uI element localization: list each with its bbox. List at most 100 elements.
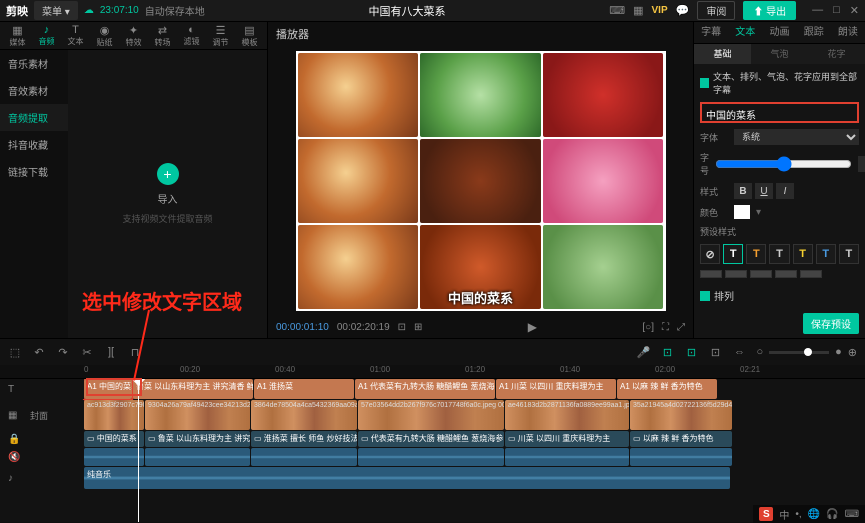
apply-all-checkbox[interactable]: [700, 78, 709, 88]
underline-button[interactable]: U: [755, 183, 773, 199]
tray-keyboard-icon[interactable]: ⌨: [845, 509, 859, 520]
playhead[interactable]: [138, 379, 139, 522]
export-button[interactable]: ⬆ 导出: [743, 1, 796, 20]
redo-button[interactable]: ↷: [56, 346, 70, 359]
zoom-in-icon[interactable]: ●: [835, 346, 842, 358]
preset-none[interactable]: ⊘: [700, 244, 720, 264]
timeline-clip[interactable]: A1 淮扬菜: [254, 379, 354, 399]
timeline-clip[interactable]: A1 代表菜有九转大肠 糖醋鲤鱼 葱烧海参: [355, 379, 495, 399]
timeline-clip[interactable]: A1 川菜 以四川 重庆料理为主: [496, 379, 616, 399]
color-picker[interactable]: [734, 205, 750, 219]
tab-media[interactable]: ▦媒体: [4, 24, 31, 48]
preset-2[interactable]: T: [746, 244, 766, 264]
nav-link[interactable]: 链接下载: [0, 158, 68, 185]
scale-icon[interactable]: ⛶: [662, 322, 669, 333]
timeline-clip[interactable]: [630, 448, 732, 466]
fullscreen-icon[interactable]: ⤢: [677, 322, 685, 333]
bold-button[interactable]: B: [734, 183, 752, 199]
tab-sticker[interactable]: ◉贴纸: [91, 24, 118, 48]
nav-douyin[interactable]: 抖音收藏: [0, 131, 68, 158]
track-toggle-2[interactable]: ⊡: [684, 346, 698, 359]
size-slider[interactable]: [715, 156, 852, 172]
timeline-clip[interactable]: ae46183d2b2871136fa0889ee99aa1.jpeg 00:0…: [505, 400, 629, 430]
timeline-clip[interactable]: ▭ 淮扬菜 擅长 师鱼 炒好技法: [251, 431, 357, 447]
timeline-clip[interactable]: 3864de78504a4ca5432369aa09a0dc7c.jpeg 00…: [251, 400, 357, 430]
timeline-ruler[interactable]: 0 00:20 00:40 01:00 01:20 01:40 02:00 02…: [0, 365, 865, 379]
preset-11[interactable]: [800, 270, 822, 278]
tab-text[interactable]: T文本: [62, 24, 89, 48]
lock-icon[interactable]: 🔒: [8, 434, 20, 445]
timeline-clip[interactable]: ac913d3f2907c790d.jpeg 00:00:05:15: [84, 400, 144, 430]
tray-headset-icon[interactable]: 🎧: [826, 509, 838, 520]
timeline-clip[interactable]: 57e03564dd2b267f976c7017748f6a0c.jpeg 00…: [358, 400, 504, 430]
preview-canvas[interactable]: 中国的菜系: [296, 51, 666, 311]
prev-frame-icon[interactable]: ⊡: [398, 322, 406, 333]
timeline-clip[interactable]: 鲁菜 以山东料理为主 讲究清香 鲜嫩 味醇: [133, 379, 253, 399]
music-track-icon[interactable]: ♪: [8, 473, 13, 484]
sogou-icon[interactable]: S: [759, 507, 773, 521]
preset-3[interactable]: T: [769, 244, 789, 264]
zoom-fit-icon[interactable]: ⊕: [848, 346, 857, 359]
mute-icon[interactable]: 🔇: [8, 452, 20, 463]
timeline-clip[interactable]: [145, 448, 250, 466]
marker-icon[interactable]: ⊞: [414, 322, 422, 333]
timeline-clip[interactable]: A1 中国的菜系: [84, 379, 132, 399]
save-preset-button[interactable]: 保存预设: [803, 313, 859, 334]
nav-music[interactable]: 音乐素材: [0, 50, 68, 77]
tab-template[interactable]: ▤模板: [236, 24, 263, 48]
shortcut-icon[interactable]: ⌨: [609, 4, 625, 17]
timeline-clip[interactable]: ▭ 代表菜有九转大肠 糖醋鲤鱼 葱烧海参: [358, 431, 504, 447]
timeline-clip[interactable]: A1 以麻 辣 鲜 香为特色: [617, 379, 717, 399]
cover-icon[interactable]: ▦: [8, 410, 17, 421]
arrange-checkbox[interactable]: [700, 291, 710, 301]
layout-icon[interactable]: ▦: [633, 4, 643, 17]
play-button[interactable]: ▶: [528, 320, 537, 334]
menu-dropdown[interactable]: 菜单 ▾: [34, 1, 78, 20]
font-select[interactable]: 系统: [734, 129, 859, 145]
nav-extract[interactable]: 音频提取: [0, 104, 68, 131]
undo-button[interactable]: ↶: [32, 346, 46, 359]
close-icon[interactable]: ✕: [850, 4, 859, 17]
ime-label[interactable]: 中: [779, 507, 789, 522]
preset-6[interactable]: T: [839, 244, 859, 264]
preset-9[interactable]: [750, 270, 772, 278]
preset-10[interactable]: [775, 270, 797, 278]
timeline-clip[interactable]: ▭ 鲁菜 以山东料理为主 讲究清香 鲜嫩 味醇: [145, 431, 250, 447]
zoom-slider[interactable]: [769, 351, 829, 354]
feedback-icon[interactable]: 💬: [676, 4, 690, 17]
track-toggle-3[interactable]: ⊡: [708, 346, 722, 359]
tab-effect[interactable]: ✦特效: [120, 24, 147, 48]
zoom-out-icon[interactable]: ○: [756, 346, 763, 358]
tab-filter[interactable]: ◐滤镜: [178, 24, 205, 48]
split-button[interactable]: ✂: [80, 346, 94, 359]
timeline-clip[interactable]: [358, 448, 504, 466]
nav-soundfx[interactable]: 音效素材: [0, 77, 68, 104]
preset-4[interactable]: T: [793, 244, 813, 264]
size-input[interactable]: [858, 156, 865, 172]
timeline-clip[interactable]: [505, 448, 629, 466]
rp-tab-track[interactable]: 跟踪: [797, 22, 831, 43]
timeline-clip[interactable]: ▭ 以麻 辣 鲜 香为特色: [630, 431, 732, 447]
tab-audio[interactable]: ♪音频: [33, 24, 60, 48]
timeline-clip[interactable]: ▭ 中国的菜系: [84, 431, 144, 447]
text-content-input[interactable]: 中国的菜系: [700, 102, 859, 123]
review-button[interactable]: 审阅: [697, 1, 735, 20]
music-clip[interactable]: 纯音乐: [84, 467, 730, 489]
tab-transition[interactable]: ⇄转场: [149, 24, 176, 48]
timeline-clip[interactable]: [84, 448, 144, 466]
tab-adjust[interactable]: ☰调节: [207, 24, 234, 48]
timeline-clip[interactable]: 9304a26a79af49423cee34213d2c5f8.jpeg 00:…: [145, 400, 250, 430]
link-icon[interactable]: ⇔: [732, 346, 746, 358]
preset-7[interactable]: [700, 270, 722, 278]
italic-button[interactable]: I: [776, 183, 794, 199]
vip-badge[interactable]: VIP: [652, 5, 668, 16]
rp-tab-anim[interactable]: 动画: [762, 22, 796, 43]
preset-5[interactable]: T: [816, 244, 836, 264]
maximize-icon[interactable]: □: [833, 4, 840, 17]
track-toggle-1[interactable]: ⊡: [660, 346, 674, 359]
rp-tab-text[interactable]: 文本: [728, 22, 762, 43]
ratio-icon[interactable]: [○]: [642, 322, 654, 333]
rp-subtab-bubble[interactable]: 气泡: [751, 44, 808, 64]
tray-icon[interactable]: •,: [795, 509, 801, 520]
rp-tab-read[interactable]: 朗读: [831, 22, 865, 43]
